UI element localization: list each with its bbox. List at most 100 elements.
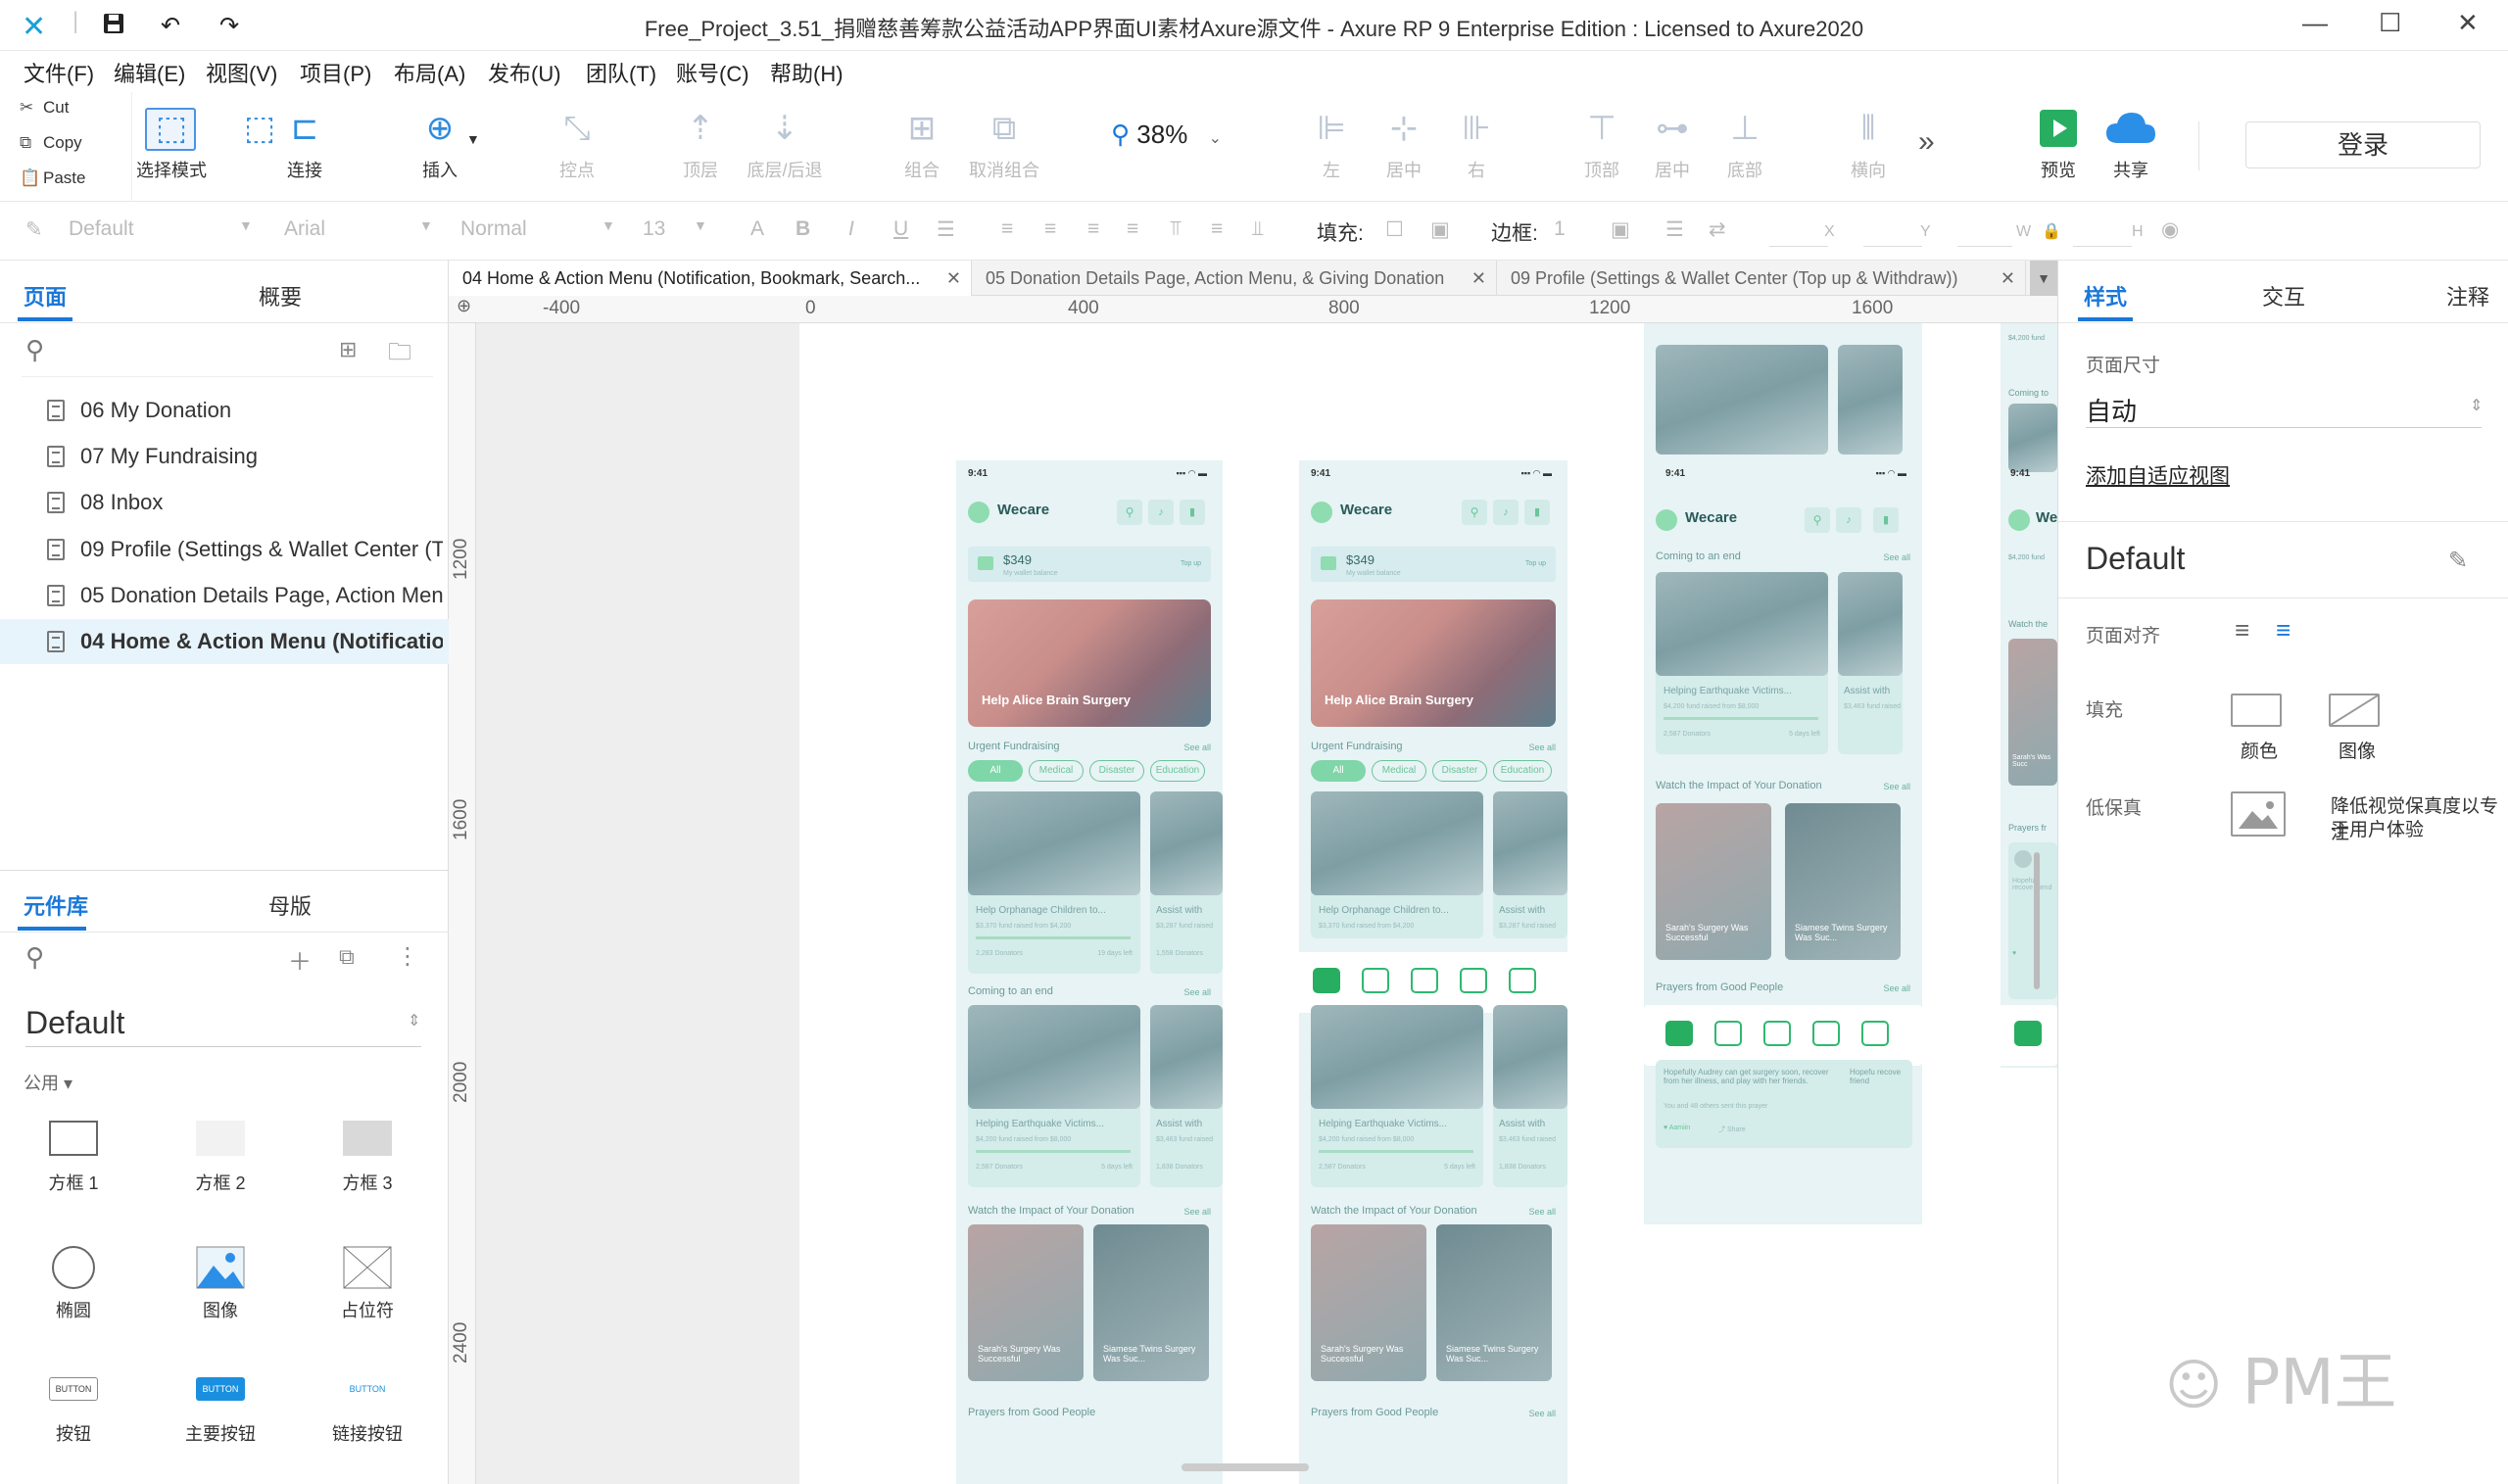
search-icon[interactable]: ⚲ [1805,507,1830,533]
library-search-icon[interactable]: ⚲ [25,942,44,973]
hero-banner[interactable]: Help Alice Brain Surgery [968,599,1211,727]
search-icon[interactable]: ⚲ [25,335,44,365]
see-all-link[interactable]: See all [1183,987,1211,997]
text-justify-icon[interactable]: ≡ [1127,217,1138,241]
bold-icon[interactable]: B [796,217,810,241]
font-select[interactable]: Arial [284,217,325,241]
text-align-center-icon[interactable]: ≡ [1044,217,1056,241]
ungroup-button[interactable]: ⧉ 取消组合 [960,106,1048,182]
doc-tab-active[interactable]: 04 Home & Action Menu (Notification, Boo… [449,261,972,296]
video-card[interactable]: Siamese Twins Surgery Was Suc... [1785,803,1901,960]
page-item[interactable]: 07 My Fundraising [0,434,449,479]
page-item[interactable]: 09 Profile (Settings & Wallet Center (To… [0,527,449,572]
share-button[interactable]: 共享 [2087,106,2175,182]
nav-profile-icon[interactable] [1509,968,1536,993]
more-tools-icon[interactable]: » [1918,125,1935,159]
tab-masters[interactable]: 母版 [268,889,312,921]
see-all-link[interactable]: See all [1183,1207,1211,1217]
valign-top-icon[interactable]: ⫪ [1170,217,1182,241]
select-mode-button[interactable]: ⬚ 选择模式 [127,106,216,182]
lock-icon[interactable]: 🔒 [2042,221,2061,241]
font-color-icon[interactable]: A [750,217,764,241]
fundraising-card[interactable]: Helping Earthquake Victims... $4,200 fun… [1656,572,1828,754]
paste-button[interactable]: 📋 Paste [20,168,85,188]
doc-tab[interactable]: 05 Donation Details Page, Action Menu, &… [972,261,1497,296]
fundraising-card[interactable]: Assist with $3,463 fund raised [1838,572,1903,754]
bookmark-icon[interactable]: ▮ [1873,507,1899,533]
chip-education[interactable]: Education [1493,760,1552,782]
vertical-scrollbar[interactable] [2034,852,2040,989]
menu-project[interactable]: 项目(P) [300,57,371,88]
horizontal-scrollbar[interactable] [1182,1463,1309,1471]
page-item-selected[interactable]: 04 Home & Action Menu (Notification, [0,619,449,664]
prayer-card[interactable]: Hopefully Audrey can get surgery soon, r… [1656,1060,1912,1148]
valign-bottom-icon[interactable]: ⫫ [1252,217,1264,241]
search-icon[interactable]: ⚲ [1462,500,1487,525]
chip-disaster[interactable]: Disaster [1432,760,1487,782]
widget-primary-button[interactable]: BUTTON 主要按钮 [157,1377,284,1446]
wallet-balance-card[interactable]: $349 My wallet balance Top up [1311,547,1556,582]
arrow-style-icon[interactable]: ⇄ [1709,217,1726,242]
video-card[interactable]: Sarah's Surgery Was Successful [968,1224,1084,1381]
nav-list-icon[interactable] [1763,1021,1791,1046]
bottom-layer-button[interactable]: ⇣ 底层/后退 [741,106,829,182]
nav-home-icon[interactable] [2014,1021,2042,1046]
menu-help[interactable]: 帮助(H) [770,57,844,88]
fill-image-swatch[interactable] [2329,694,2380,727]
phone-frame-home-menu[interactable]: 9:41 ▪▪▪ ◠ ▬ Wecare ⚲ ♪ ▮ $349 My wallet… [1291,460,1575,1484]
weight-select[interactable]: Normal [460,217,527,241]
menu-edit[interactable]: 编辑(E) [114,57,185,88]
connect-button[interactable]: ⊏ 连接 [261,106,349,182]
distribute-h-button[interactable]: ⫴ 横向 [1824,106,1912,182]
see-all-link[interactable]: See all [1528,1207,1556,1217]
chip-medical[interactable]: Medical [1029,760,1084,782]
cut-button[interactable]: ✂ Cut [20,98,69,118]
border-width-select[interactable]: 1 [1554,217,1566,241]
insert-dropdown-icon[interactable]: ▼ [466,131,480,147]
x-field[interactable] [1769,215,1828,247]
chip-disaster[interactable]: Disaster [1089,760,1144,782]
widget-box3[interactable]: 方框 3 [304,1121,431,1195]
search-icon[interactable]: ⚲ [1117,500,1142,525]
fundraising-card[interactable]: Assist with $3,287 fund raised 1,558 Don… [1150,791,1223,974]
text-align-left-icon[interactable]: ≡ [1001,217,1013,241]
widget-link-button[interactable]: BUTTON 链接按钮 [304,1377,431,1446]
chip-all[interactable]: All [968,760,1023,782]
tab-interactions[interactable]: 交互 [2262,280,2305,311]
add-folder-icon[interactable]: 🗀 [388,335,411,375]
see-all-link[interactable]: See all [1883,782,1910,791]
tab-notes[interactable]: 注释 [2446,280,2489,311]
aamiin-button[interactable]: ♥ Aamiin [1664,1125,1690,1131]
chip-all[interactable]: All [1311,760,1366,782]
video-card[interactable]: Sarah's Surgery Was Successful [1656,803,1771,960]
add-page-icon[interactable]: ⊞ [339,337,357,362]
bookmark-icon[interactable]: ▮ [1180,500,1205,525]
chip-medical[interactable]: Medical [1372,760,1426,782]
wallet-balance-card[interactable]: $349 My wallet balance Top up [968,547,1211,582]
group-button[interactable]: ⊞ 组合 [878,106,966,182]
phone-frame-home[interactable]: 9:41 ▪▪▪ ◠ ▬ Wecare ⚲ ♪ ▮ $349 My wallet… [956,460,1223,1484]
phone-frame-partial[interactable]: $4,200 fund Coming to 9:41 We $4,200 fun… [1997,323,2057,1068]
top-layer-button[interactable]: ⇡ 顶层 [656,106,745,182]
format-painter-icon[interactable]: ✎ [25,217,43,242]
heart-icon[interactable]: ♥ [2012,950,2016,957]
bell-icon[interactable]: ♪ [1493,500,1519,525]
point-button[interactable]: ⤡ 控点 [533,106,621,182]
widget-box2[interactable]: 方框 2 [157,1121,284,1195]
see-all-link[interactable]: See all [1883,552,1910,562]
style-select[interactable]: Default [69,217,134,241]
fundraising-card[interactable]: Assist with $3,287 fund raised [1493,791,1568,938]
edit-style-icon[interactable]: ✎ [2448,547,2468,575]
nav-chat-icon[interactable] [1812,1021,1840,1046]
add-adaptive-view-link[interactable]: 添加自适应视图 [2086,460,2230,490]
align-right-button[interactable]: ⊪ 右 [1432,106,1520,182]
top-up-link[interactable]: Top up [1181,560,1201,567]
video-card[interactable]: Siamese Twins Surgery Was Suc... [1436,1224,1552,1381]
phone-frame-scrolled[interactable]: 9:41 ▪▪▪ ◠ ▬ Wecare ⚲ ♪ ▮ Coming to an e… [1644,323,1922,1224]
see-all-link[interactable]: See all [1528,1409,1556,1418]
nav-home-icon[interactable] [1665,1021,1693,1046]
close-tab-icon[interactable]: ✕ [946,261,961,296]
see-all-link[interactable]: See all [1183,742,1211,752]
share-prayer-button[interactable]: ⤴ Share [1718,1125,1746,1134]
video-card[interactable]: Sarah's Surgery Was Successful [1311,1224,1426,1381]
